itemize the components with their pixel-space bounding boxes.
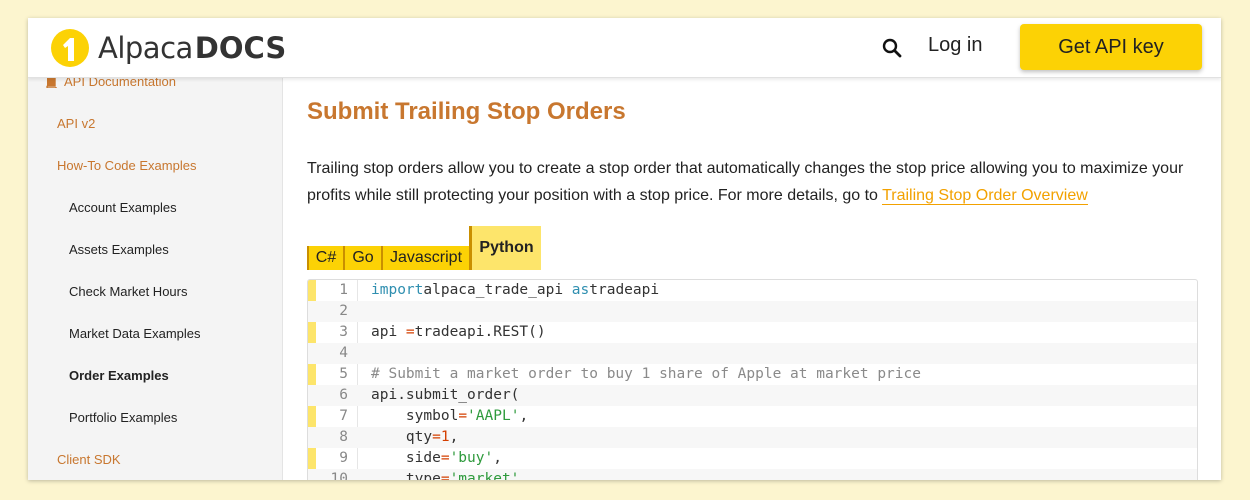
tab-python[interactable]: Python: [469, 226, 541, 270]
line-number: 1: [339, 282, 348, 298]
sidebar-item-portfolio-examples[interactable]: Portfolio Examples: [69, 410, 177, 425]
code-lines: 1 importalpaca_trade_api astradeapi 2 3 api …: [308, 280, 1197, 480]
sidebar-item-order-examples[interactable]: Order Examples: [69, 368, 169, 383]
code-token: side: [371, 450, 441, 466]
line-number: 5: [339, 366, 348, 382]
code-text: qty=1,: [371, 427, 458, 448]
sidebar-item-account-examples[interactable]: Account Examples: [69, 200, 177, 215]
line-number: 2: [339, 303, 348, 319]
tab-go[interactable]: Go: [343, 246, 381, 270]
code-token: # Submit a market order to buy 1 share o…: [371, 366, 921, 382]
code-token: 'buy': [449, 450, 494, 466]
code-token: type: [371, 471, 441, 480]
code-token: ,: [519, 408, 529, 424]
code-line: 8 qty=1,: [308, 427, 1197, 448]
code-token: =: [458, 408, 468, 424]
code-token: ,: [449, 429, 459, 445]
code-token: tradeapi.REST(): [414, 324, 546, 340]
code-text: # Submit a market order to buy 1 share o…: [371, 364, 921, 385]
code-token: =: [440, 450, 450, 466]
code-token: ,: [519, 471, 529, 480]
line-number: 7: [339, 408, 348, 424]
code-text: type='market',: [371, 469, 528, 480]
get-api-key-button[interactable]: Get API key: [1020, 24, 1202, 70]
login-link[interactable]: Log in: [928, 34, 983, 57]
code-token: =: [440, 471, 450, 480]
code-token: ,: [493, 450, 502, 466]
code-line: 7 symbol='AAPL',: [308, 406, 1197, 427]
alpaca-docs-logo[interactable]: AlpacaDOCS: [50, 28, 286, 68]
line-number: 3: [339, 324, 348, 340]
tab-javascript[interactable]: Javascript: [381, 246, 469, 270]
code-text: api =tradeapi.REST(): [371, 322, 546, 343]
code-line: 9 side='buy',: [308, 448, 1197, 469]
code-token: 1: [440, 429, 450, 445]
line-number: 10: [330, 471, 348, 480]
code-text: api.submit_order(: [371, 385, 519, 406]
sidebar: API Documentation API v2 How-To Code Exa…: [28, 18, 283, 480]
search-icon[interactable]: [880, 36, 904, 60]
code-text: symbol='AAPL',: [371, 406, 528, 427]
sidebar-item-check-market-hours[interactable]: Check Market Hours: [69, 284, 187, 299]
sidebar-item-client-sdk[interactable]: Client SDK: [57, 452, 121, 467]
code-token: api.submit_order(: [371, 387, 520, 403]
line-number: 9: [339, 450, 348, 466]
code-token: 'market': [449, 471, 520, 480]
code-token: tradeapi: [589, 282, 660, 298]
code-line: 10 type='market',: [308, 469, 1197, 480]
page-title: Submit Trailing Stop Orders: [307, 98, 626, 125]
code-token: qty: [371, 429, 433, 445]
code-token: symbol: [371, 408, 459, 424]
app-window: API Documentation API v2 How-To Code Exa…: [28, 18, 1221, 480]
code-line: 4: [308, 343, 1197, 364]
sidebar-item-assets-examples[interactable]: Assets Examples: [69, 242, 169, 257]
code-token: 'AAPL': [467, 408, 520, 424]
main-content: Submit Trailing Stop Orders Trailing sto…: [284, 78, 1221, 480]
sidebar-item-market-data-examples[interactable]: Market Data Examples: [69, 326, 201, 341]
trailing-stop-overview-link[interactable]: Trailing Stop Order Overview: [882, 187, 1088, 205]
line-number: 4: [339, 345, 348, 361]
intro-paragraph: Trailing stop orders allow you to create…: [307, 160, 1184, 205]
alpaca-logo-icon: [51, 29, 89, 67]
code-token: =: [405, 324, 415, 340]
code-line: 1 importalpaca_trade_api astradeapi: [308, 280, 1197, 301]
code-line: 6 api.submit_order(: [308, 385, 1197, 406]
code-text: importalpaca_trade_api astradeapi: [371, 280, 659, 301]
line-number: 6: [339, 387, 348, 403]
sidebar-item-api-v2[interactable]: API v2: [57, 116, 95, 131]
sidebar-item-how-to-code-examples[interactable]: How-To Code Examples: [57, 158, 196, 173]
code-token: import: [371, 282, 424, 298]
code-text: side='buy',: [371, 448, 502, 469]
tab-csharp[interactable]: C#: [307, 246, 343, 270]
code-token: as: [571, 282, 590, 298]
code-line: 2: [308, 301, 1197, 322]
code-token: =: [432, 429, 441, 445]
code-token: alpaca_trade_api: [423, 282, 572, 298]
top-navbar: AlpacaDOCS Log in Get API key: [28, 18, 1221, 78]
code-block[interactable]: 1 importalpaca_trade_api astradeapi 2 3 api …: [307, 279, 1198, 480]
code-line: 3 api =tradeapi.REST(): [308, 322, 1197, 343]
code-line: 5 # Submit a market order to buy 1 share …: [308, 364, 1197, 385]
code-token: api: [371, 324, 406, 340]
logo-text: AlpacaDOCS: [98, 31, 287, 65]
line-number: 8: [339, 429, 348, 445]
